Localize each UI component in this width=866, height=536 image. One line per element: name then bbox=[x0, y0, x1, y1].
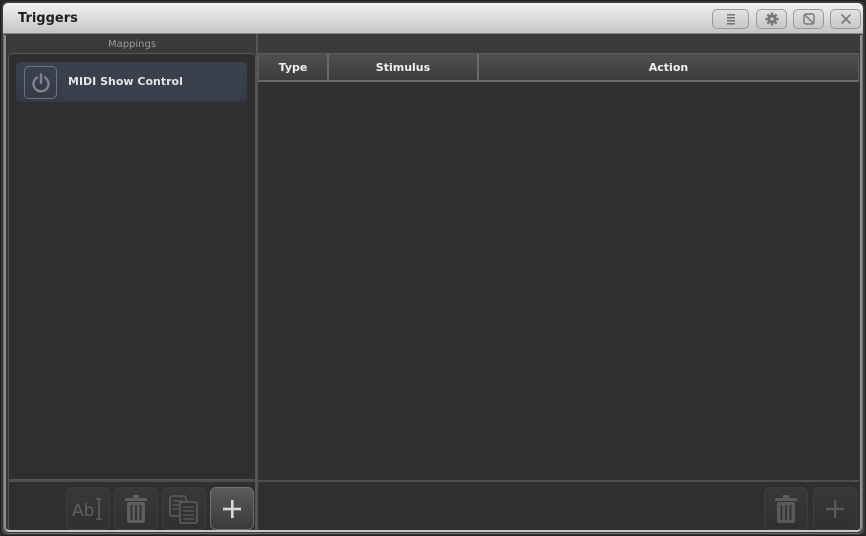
gear-icon bbox=[765, 12, 778, 26]
settings-button[interactable] bbox=[756, 9, 787, 29]
triggers-window: Triggers Mappings MIDI Show Control Ab T… bbox=[0, 0, 866, 536]
menu-lines-icon bbox=[726, 14, 735, 25]
window-title: Triggers bbox=[18, 11, 78, 26]
resize-icon bbox=[802, 13, 815, 25]
close-icon bbox=[840, 13, 851, 25]
title-bar[interactable]: Triggers bbox=[3, 3, 863, 34]
menu-button[interactable] bbox=[712, 9, 749, 29]
close-button[interactable] bbox=[830, 9, 861, 29]
maximize-button[interactable] bbox=[793, 9, 824, 29]
window-frame bbox=[4, 35, 862, 532]
